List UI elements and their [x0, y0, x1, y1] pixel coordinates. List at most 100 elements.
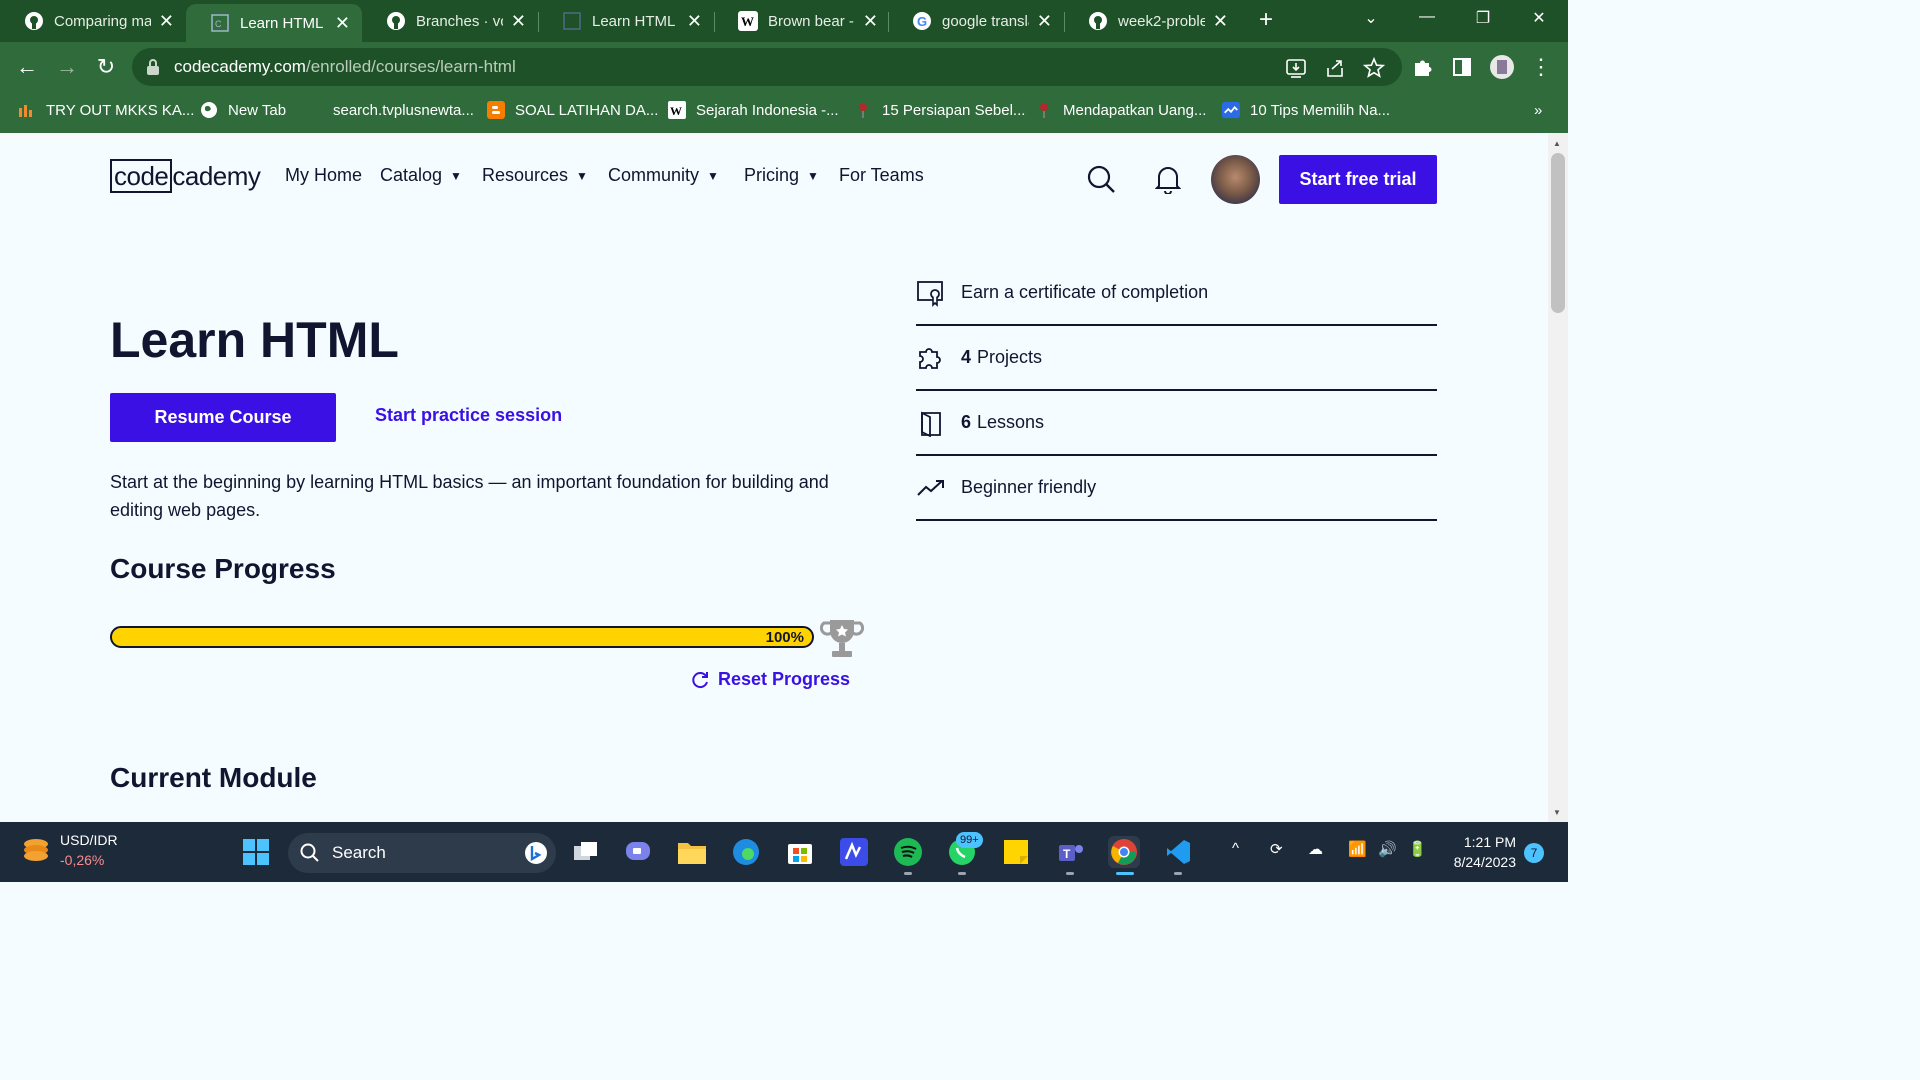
edge-icon[interactable] [730, 836, 762, 868]
more-bookmarks-chevron-icon[interactable]: » [1534, 93, 1542, 127]
close-icon[interactable]: ✕ [687, 11, 702, 32]
feature-count: 4 [961, 347, 972, 367]
tab-title: Learn HTML | C [240, 14, 327, 32]
close-icon[interactable]: ✕ [1037, 11, 1052, 32]
running-indicator [958, 872, 966, 875]
nav-for-teams[interactable]: For Teams [839, 165, 924, 186]
taskbar-search[interactable]: Search [288, 833, 556, 873]
codecademy-logo[interactable]: code cademy [110, 159, 261, 193]
bookmark-item[interactable]: search.tvplusnewta... [333, 93, 474, 127]
close-icon[interactable]: ✕ [1213, 11, 1228, 32]
refresh-icon [692, 671, 708, 688]
bell-icon[interactable] [1154, 164, 1182, 199]
start-practice-session-link[interactable]: Start practice session [375, 405, 562, 426]
nav-catalog[interactable]: Catalog ▼ [380, 165, 462, 186]
caret-down-icon: ▼ [707, 168, 719, 183]
logo-code: code [110, 159, 173, 193]
forward-arrow-icon[interactable]: → [54, 54, 80, 80]
globe-icon [200, 101, 218, 119]
spotify-icon[interactable] [892, 836, 924, 868]
bookmark-item[interactable]: Mendapatkan Uang... [1035, 93, 1206, 127]
nav-pricing[interactable]: Pricing ▼ [744, 165, 819, 186]
bing-icon [525, 842, 547, 864]
chrome-icon[interactable] [1108, 836, 1140, 868]
install-app-icon[interactable] [1285, 57, 1307, 79]
bookmark-item[interactable]: TRY OUT MKKS KA... [18, 93, 194, 127]
teams-icon[interactable]: T [1054, 836, 1086, 868]
scroll-down-arrow-icon[interactable]: ▼ [1553, 808, 1561, 817]
close-icon[interactable]: ✕ [863, 11, 878, 32]
close-icon[interactable]: ✕ [511, 11, 526, 32]
svg-text:G: G [917, 14, 927, 29]
tab-learn-html-active[interactable]: C Learn HTML | C ✕ [186, 4, 362, 42]
bookmark-item[interactable]: W Sejarah Indonesia -... [668, 93, 839, 127]
start-free-trial-button[interactable]: Start free trial [1279, 155, 1437, 204]
sticky-notes-icon[interactable] [1000, 836, 1032, 868]
lock-icon[interactable] [146, 59, 160, 80]
tab-brown-bear[interactable]: W Brown bear - W ✕ [714, 0, 890, 42]
notification-count-badge[interactable]: 7 [1524, 843, 1544, 863]
windows-start-icon[interactable] [240, 836, 272, 868]
new-tab-plus-icon[interactable]: + [1254, 8, 1278, 32]
tab-week2[interactable]: week2-problem ✕ [1064, 0, 1240, 42]
scrollbar-thumb[interactable] [1551, 153, 1565, 313]
battery-icon[interactable]: 🔋 [1408, 840, 1427, 858]
show-hidden-icons-chevron-icon[interactable]: ^ [1232, 840, 1239, 857]
star-bookmark-icon[interactable] [1362, 56, 1386, 79]
vscode-icon[interactable] [1162, 836, 1194, 868]
tab-title: week2-problem [1118, 12, 1205, 30]
bookmark-item[interactable]: SOAL LATIHAN DA... [487, 93, 658, 127]
minimize-icon[interactable]: — [1414, 8, 1440, 26]
close-icon[interactable]: ✕ [335, 13, 350, 34]
github-icon [1088, 11, 1108, 31]
restore-icon[interactable]: ❐ [1470, 8, 1496, 28]
resume-course-button[interactable]: Resume Course [110, 393, 336, 442]
bookmark-item[interactable]: 15 Persiapan Sebel... [854, 93, 1025, 127]
close-icon[interactable]: ✕ [159, 11, 174, 32]
task-view-icon[interactable] [570, 836, 602, 868]
tab-search-chevron-icon[interactable]: ⌄ [1358, 8, 1384, 28]
onedrive-icon[interactable]: ☁ [1308, 840, 1323, 858]
bookmark-item[interactable]: New Tab [200, 93, 286, 127]
bookmark-label: New Tab [228, 101, 287, 119]
side-panel-icon[interactable] [1449, 54, 1475, 80]
back-arrow-icon[interactable]: ← [14, 54, 40, 80]
user-avatar[interactable] [1211, 155, 1260, 204]
extensions-puzzle-icon[interactable] [1410, 54, 1436, 80]
svg-text:W: W [741, 14, 754, 29]
scroll-up-arrow-icon[interactable]: ▲ [1553, 139, 1561, 148]
bookmark-item[interactable]: 10 Tips Memilih Na... [1222, 93, 1390, 127]
coins-icon [24, 839, 48, 861]
share-icon[interactable] [1324, 57, 1346, 79]
taskbar-clock[interactable]: 1:21 PM 8/24/2023 [1440, 832, 1516, 872]
reset-progress-label: Reset Progress [718, 669, 851, 689]
reset-progress-button[interactable]: Reset Progress [690, 669, 850, 690]
tab-google-translate[interactable]: G google translat ✕ [888, 0, 1064, 42]
tab-branches[interactable]: Branches · voca ✕ [362, 0, 538, 42]
nav-resources[interactable]: Resources ▼ [482, 165, 588, 186]
nav-community[interactable]: Community ▼ [608, 165, 719, 186]
pin-icon [854, 101, 872, 119]
sync-icon[interactable]: ⟳ [1270, 840, 1283, 858]
feature-count: 6 [961, 412, 972, 432]
address-bar[interactable]: codecademy.com/enrolled/courses/learn-ht… [132, 48, 1402, 86]
app-icon[interactable] [838, 836, 870, 868]
teams-chat-icon[interactable] [622, 836, 654, 868]
microsoft-store-icon[interactable] [784, 836, 816, 868]
wifi-icon[interactable]: 📶 [1348, 840, 1367, 858]
tab-comparing[interactable]: Comparing ma ✕ [0, 0, 186, 42]
window-close-icon[interactable]: ✕ [1526, 8, 1552, 28]
volume-icon[interactable]: 🔊 [1378, 840, 1397, 858]
svg-text:T: T [1063, 847, 1071, 861]
page-scrollbar[interactable]: ▲ ▼ [1548, 133, 1568, 822]
file-explorer-icon[interactable] [676, 836, 708, 868]
reload-icon[interactable]: ↻ [93, 54, 119, 80]
kebab-menu-icon[interactable]: ⋮ [1528, 54, 1554, 80]
search-icon[interactable] [1086, 164, 1116, 199]
nav-my-home[interactable]: My Home [285, 165, 362, 186]
running-indicator [1174, 872, 1182, 875]
profile-avatar-icon[interactable] [1489, 54, 1515, 80]
course-progress-heading: Course Progress [110, 553, 336, 584]
currency-widget[interactable]: USD/IDR -0,26% [20, 830, 118, 870]
tab-learn-html[interactable]: Learn HTML | C ✕ [538, 0, 714, 42]
